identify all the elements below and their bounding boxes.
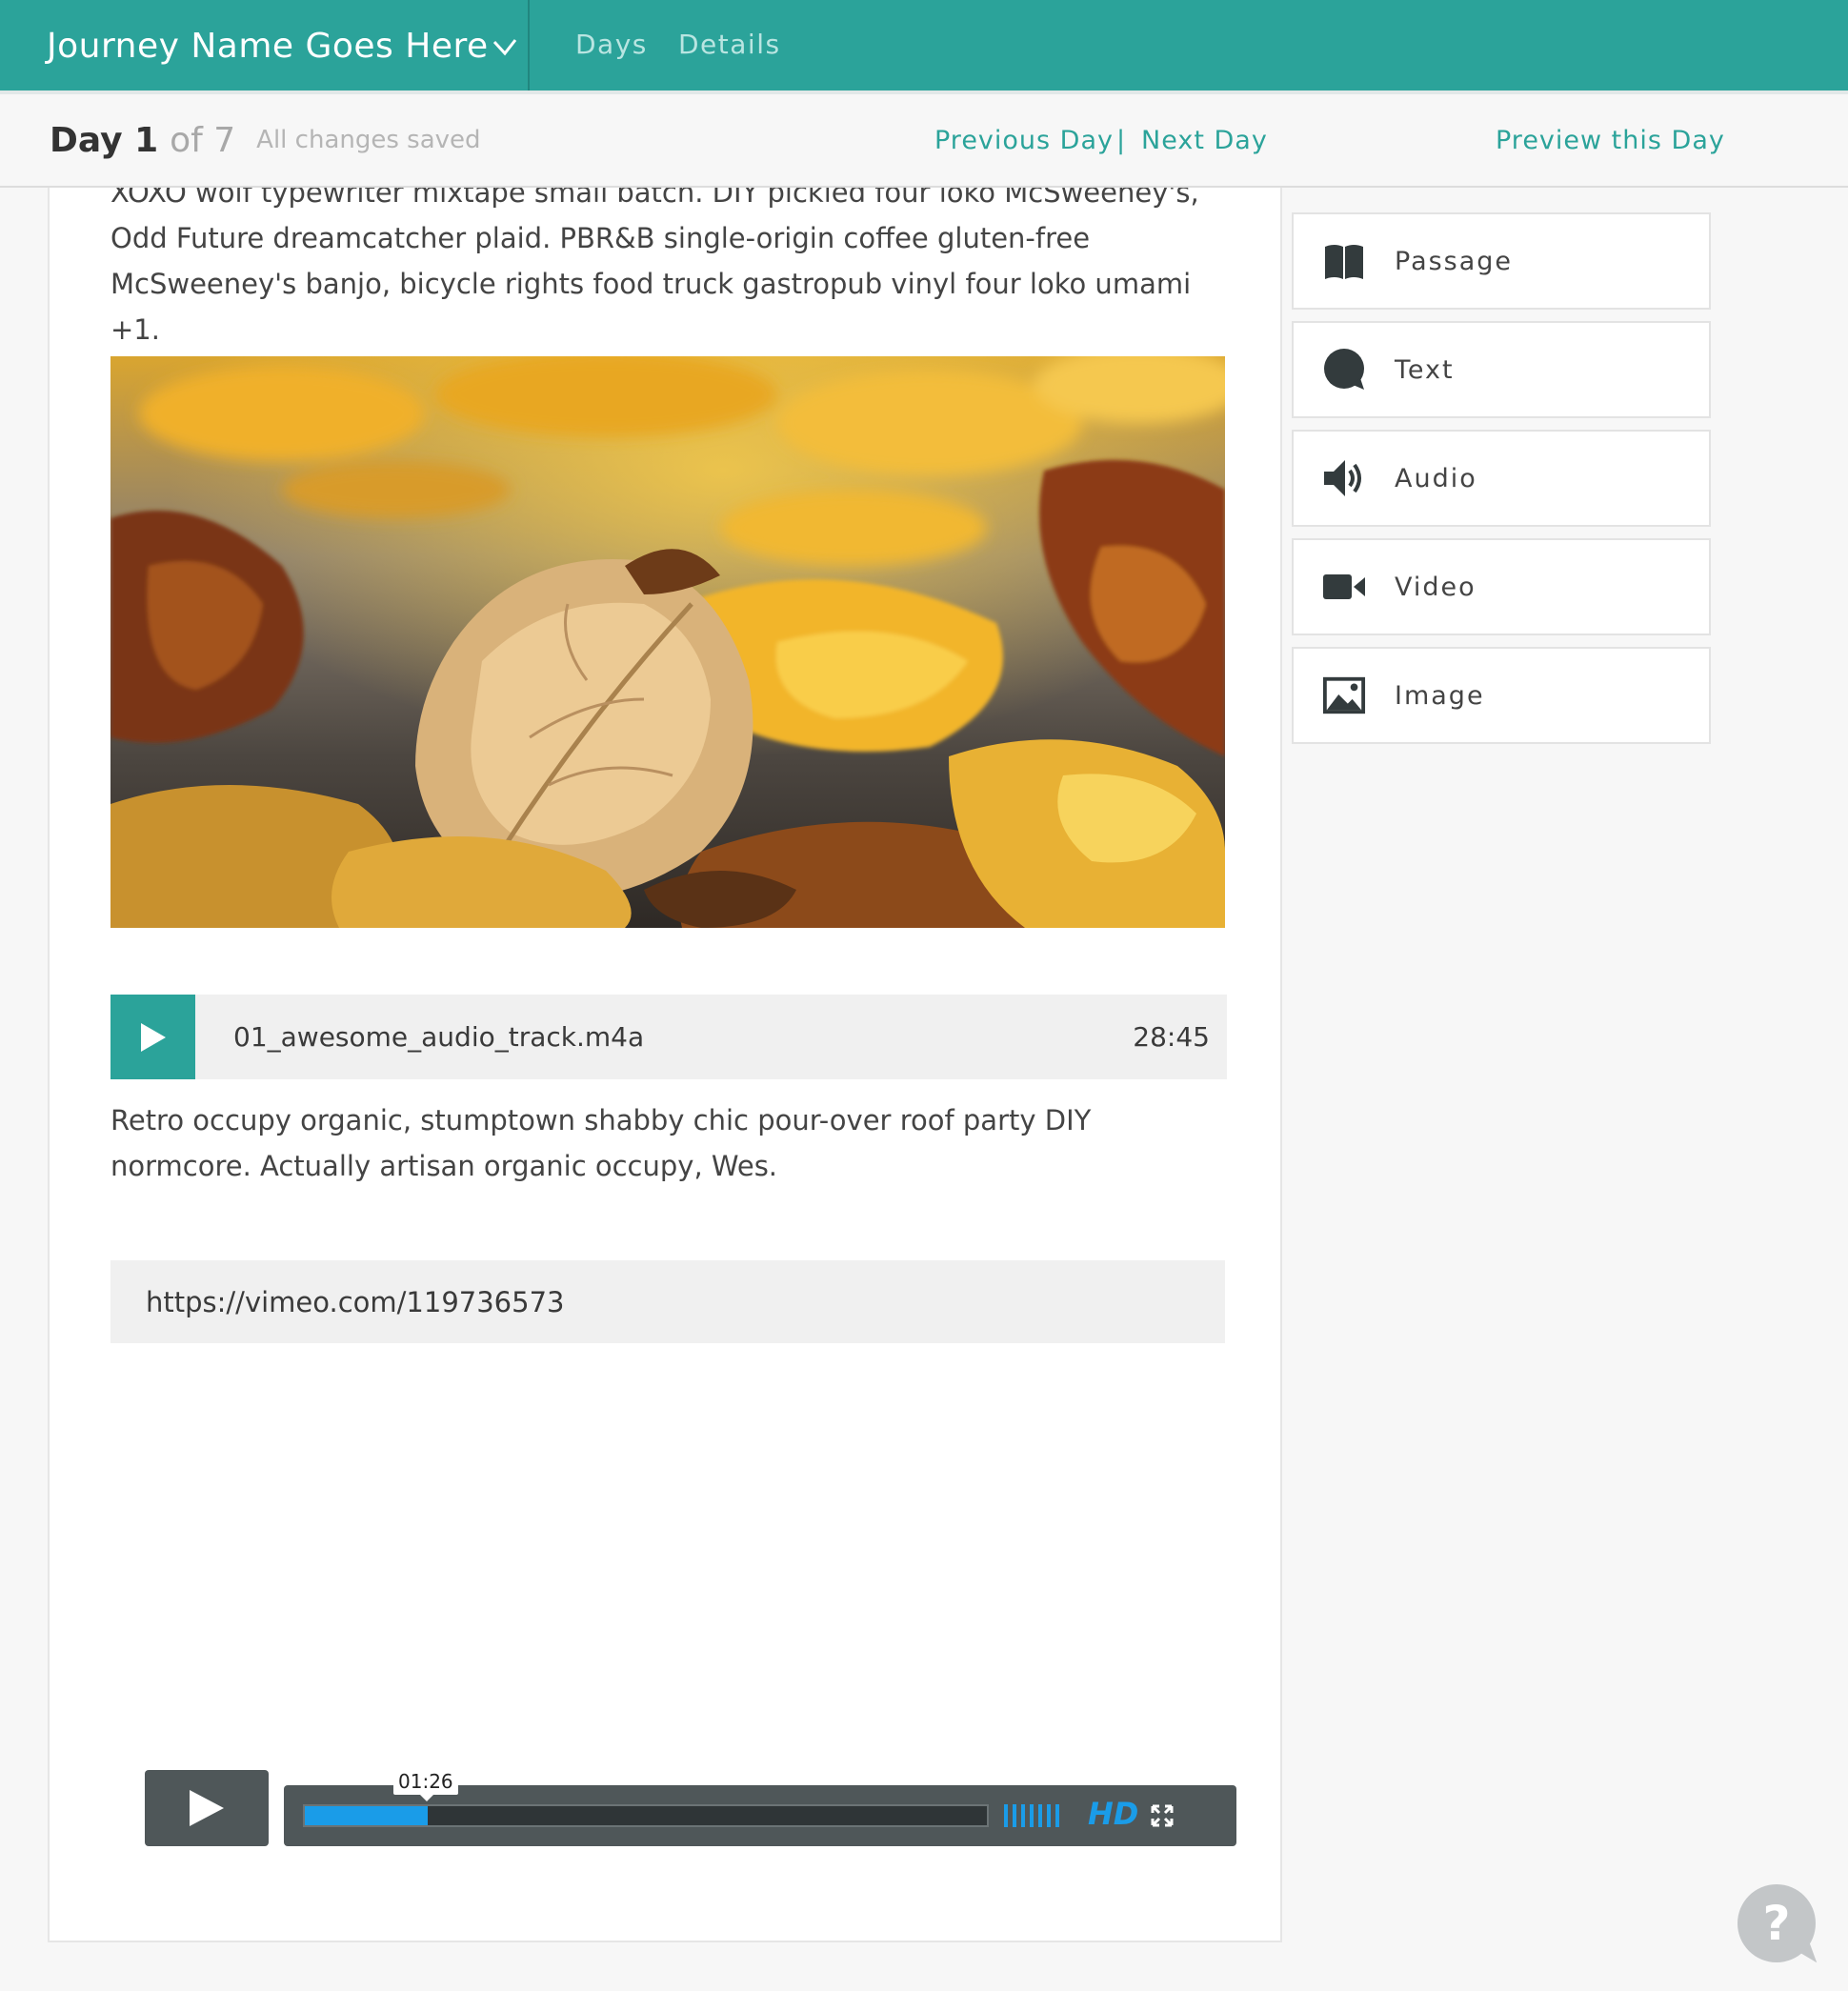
book-icon — [1322, 239, 1366, 283]
save-status: All changes saved — [256, 126, 481, 154]
top-navbar: Journey Name Goes Here Days Details — [0, 0, 1848, 94]
autumn-leaves-photo — [110, 356, 1225, 928]
audio-play-button[interactable] — [110, 995, 195, 1079]
day-number: Day 1 — [50, 120, 159, 160]
play-icon — [190, 1790, 224, 1826]
image-block[interactable] — [110, 356, 1225, 928]
video-progress-track[interactable] — [303, 1804, 989, 1827]
speech-bubble-icon — [1322, 348, 1366, 392]
speaker-icon — [1322, 456, 1366, 500]
audio-block: 01_awesome_audio_track.m4a 28:45 — [110, 995, 1227, 1079]
nav-details[interactable]: Details — [678, 0, 781, 89]
image-icon — [1322, 674, 1366, 717]
day-content-editor: XOXO wolf typewriter mixtape small batch… — [48, 188, 1282, 1942]
add-text-button[interactable]: Text — [1292, 321, 1711, 418]
hd-toggle[interactable]: HD — [1088, 1796, 1138, 1832]
text-block[interactable]: Retro occupy organic, stumptown shabby c… — [110, 1097, 1225, 1189]
preview-day-link[interactable]: Preview this Day — [1496, 94, 1725, 186]
text-block[interactable]: XOXO wolf typewriter mixtape small batch… — [110, 188, 1225, 352]
add-passage-button[interactable]: Passage — [1292, 212, 1711, 310]
block-label: Passage — [1395, 246, 1514, 276]
block-label: Image — [1395, 680, 1485, 711]
day-toolbar: Day 1 of 7 All changes saved Previous Da… — [0, 94, 1848, 188]
audio-duration: 28:45 — [1133, 1021, 1210, 1053]
navbar-divider — [528, 0, 530, 92]
video-camera-icon — [1322, 565, 1366, 609]
link-separator: | — [1116, 125, 1127, 155]
video-time-tooltip: 01:26 — [393, 1768, 458, 1801]
journey-name-dropdown[interactable]: Journey Name Goes Here — [47, 0, 528, 92]
previous-day-link[interactable]: Previous Day — [934, 94, 1114, 186]
block-label: Text — [1395, 354, 1455, 385]
video-play-button[interactable] — [145, 1770, 269, 1846]
add-video-button[interactable]: Video — [1292, 538, 1711, 635]
play-icon — [140, 1022, 166, 1052]
day-indicator: Day 1 of 7 All changes saved — [50, 94, 481, 186]
add-audio-button[interactable]: Audio — [1292, 430, 1711, 527]
block-label: Audio — [1395, 463, 1477, 493]
add-image-button[interactable]: Image — [1292, 647, 1711, 744]
help-question-icon: ? — [1762, 1896, 1791, 1951]
video-url-field[interactable]: https://vimeo.com/119736573 — [110, 1260, 1225, 1343]
audio-filename: 01_awesome_audio_track.m4a — [233, 1021, 645, 1053]
video-progress-fill — [305, 1806, 428, 1825]
fullscreen-icon[interactable] — [1151, 1804, 1174, 1827]
chevron-down-icon — [492, 38, 516, 55]
add-block-sidebar: Passage Text Audio Video Image — [1280, 188, 1848, 1991]
next-day-link[interactable]: Next Day — [1141, 94, 1268, 186]
help-button[interactable]: ? — [1738, 1884, 1818, 1969]
journey-name: Journey Name Goes Here — [47, 27, 489, 66]
nav-days[interactable]: Days — [575, 0, 648, 89]
volume-control[interactable] — [1004, 1804, 1059, 1827]
day-total: of 7 — [170, 120, 236, 160]
block-label: Video — [1395, 572, 1476, 602]
